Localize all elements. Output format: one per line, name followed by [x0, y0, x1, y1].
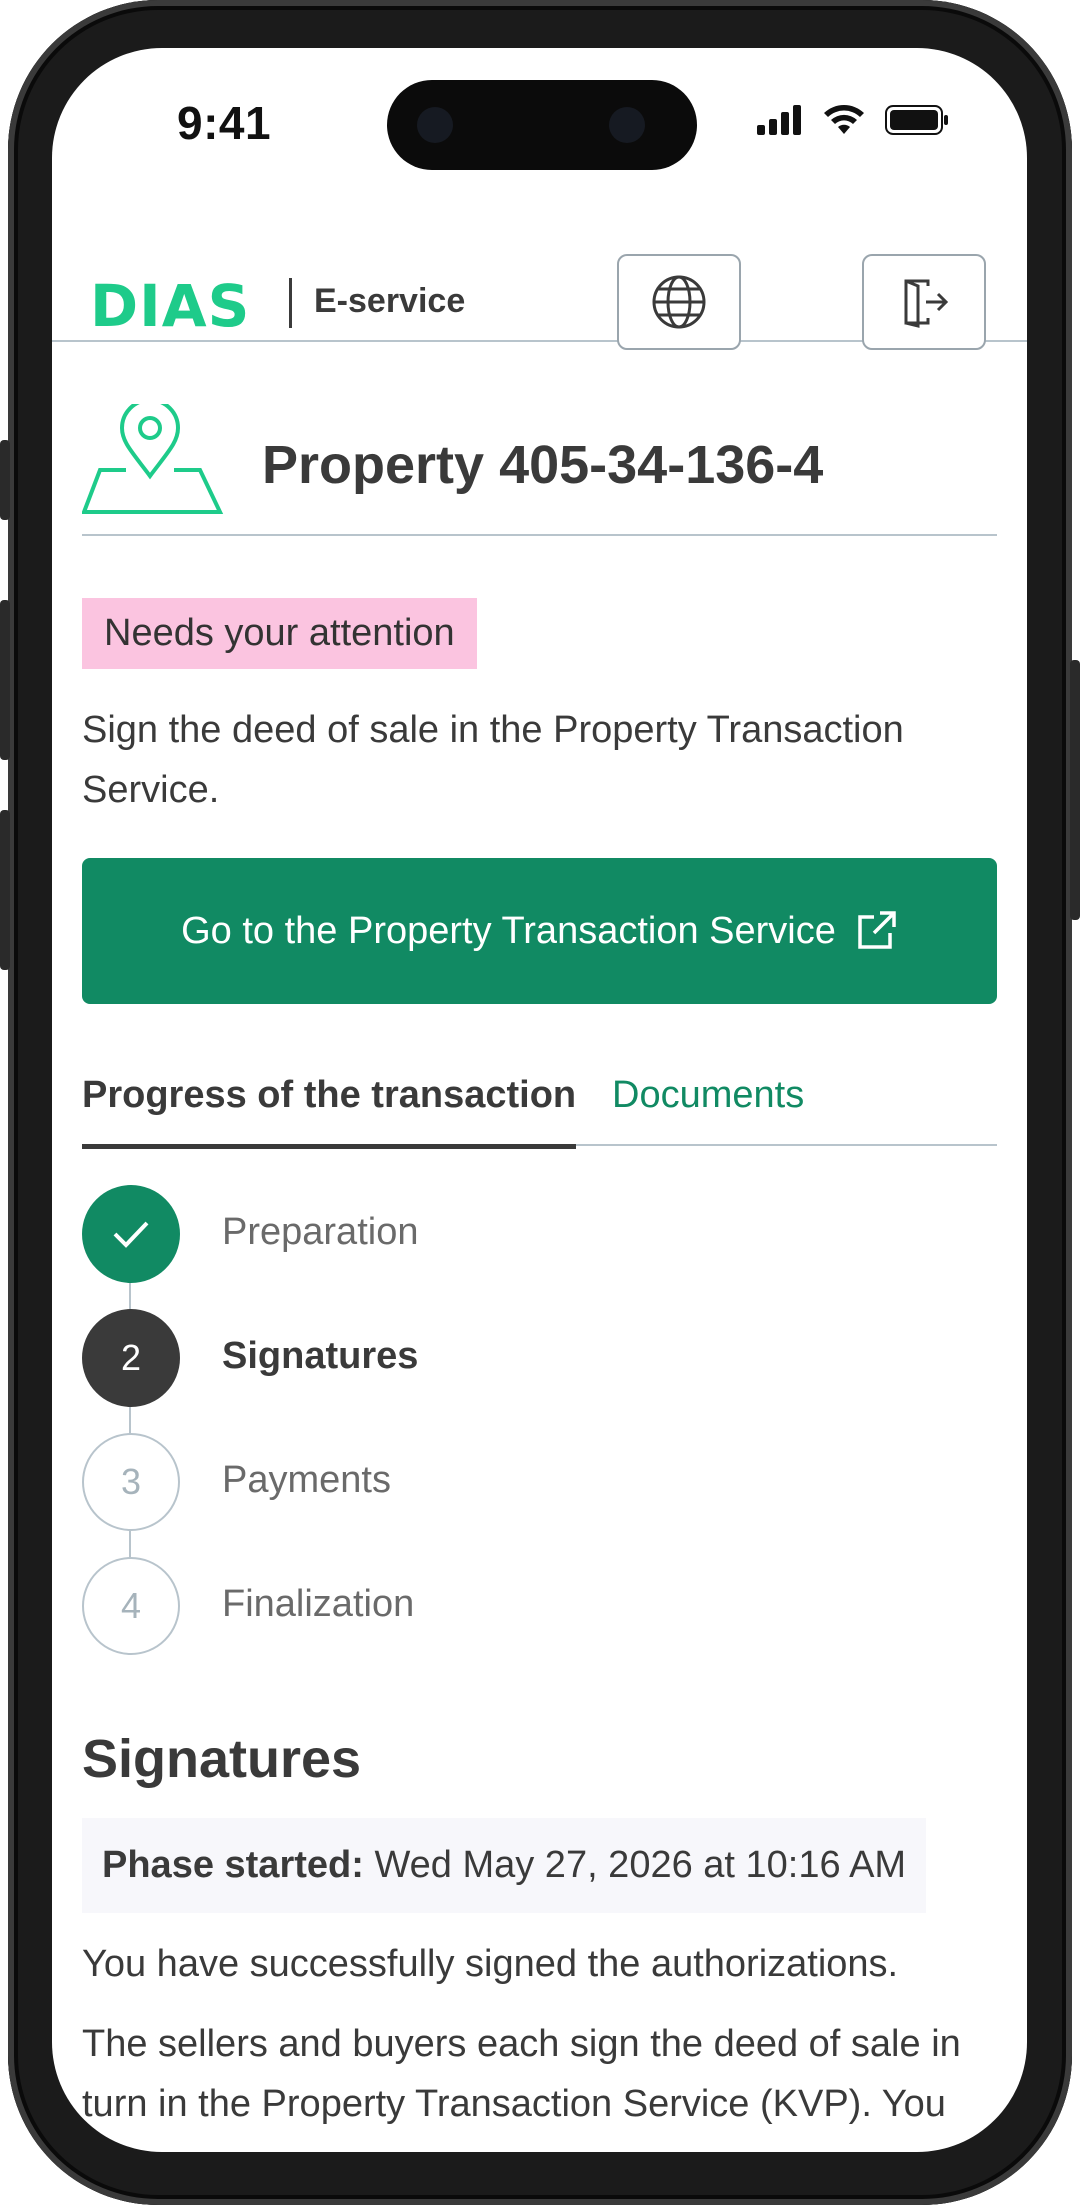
- attention-badge: Needs your attention: [82, 598, 477, 669]
- tab-progress[interactable]: Progress of the transaction: [82, 1074, 577, 1149]
- step-connector: [129, 1530, 131, 1558]
- logout-button[interactable]: [862, 254, 986, 350]
- tab-bar: Progress of the transaction Documents: [82, 1048, 997, 1149]
- step-label: Finalization: [222, 1583, 415, 1625]
- cta-label: Go to the Property Transaction Service: [181, 909, 836, 952]
- step-connector: [129, 1282, 131, 1310]
- notice-text: Sign the deed of sale in the Property Tr…: [82, 709, 904, 811]
- step-preparation: Preparation: [82, 1185, 682, 1285]
- wifi-icon: [824, 105, 864, 134]
- page-title: Property 405-34-136-4: [262, 435, 824, 495]
- phone-side-button: [1070, 660, 1080, 920]
- property-transaction-service-button[interactable]: Go to the Property Transaction Service: [82, 858, 997, 1004]
- language-button[interactable]: [617, 254, 741, 350]
- step-label: Payments: [222, 1459, 391, 1501]
- phone-side-button: [0, 810, 10, 970]
- paragraph: turn in the Property Transaction Service…: [82, 2083, 946, 2125]
- property-header: Property 405-34-136-4: [82, 376, 997, 536]
- step-signatures: 2 Signatures: [82, 1309, 682, 1409]
- status-icons: [757, 104, 949, 136]
- signal-icon: [757, 105, 801, 135]
- paragraph: You have successfully signed the authori…: [82, 1943, 899, 1985]
- phase-value: Wed May 27, 2026 at 10:16 AM: [374, 1844, 907, 1886]
- step-number: 4: [82, 1557, 180, 1655]
- step-done-circle: [82, 1185, 180, 1283]
- step-label: Signatures: [222, 1335, 419, 1377]
- phone-side-button: [0, 600, 10, 760]
- status-time: 9:41: [177, 97, 272, 149]
- step-connector: [129, 1406, 131, 1434]
- logo-divider: [289, 278, 292, 328]
- phase-label: Phase started:: [102, 1844, 364, 1886]
- phone-side-button: [0, 440, 10, 520]
- service-name: E-service: [314, 282, 466, 320]
- step-number: 2: [82, 1309, 180, 1407]
- step-payments: 3 Payments: [82, 1433, 682, 1533]
- step-label: Preparation: [222, 1211, 419, 1253]
- app-header: DIAS E-service: [52, 198, 1027, 350]
- dias-logo[interactable]: DIAS: [90, 272, 250, 340]
- section-title: Signatures: [82, 1729, 362, 1789]
- globe-icon: [652, 275, 706, 329]
- dynamic-island: [387, 80, 697, 170]
- battery-icon: [885, 105, 948, 135]
- map-pin-icon: [82, 404, 224, 514]
- step-finalization: 4 Finalization: [82, 1557, 682, 1657]
- tab-documents[interactable]: Documents: [612, 1074, 804, 1117]
- paragraph: The sellers and buyers each sign the dee…: [82, 2023, 961, 2065]
- logout-icon: [904, 279, 949, 328]
- sensor-icon: [609, 107, 645, 143]
- step-number: 3: [82, 1433, 180, 1531]
- screen: 9:41 DIAS E-service Property 405-34-136-…: [52, 48, 1027, 2152]
- phase-started-box: Phase started: Wed May 27, 2026 at 10:16…: [82, 1818, 927, 1913]
- external-link-icon: [858, 911, 896, 949]
- camera-icon: [417, 107, 453, 143]
- check-icon: [113, 1221, 149, 1248]
